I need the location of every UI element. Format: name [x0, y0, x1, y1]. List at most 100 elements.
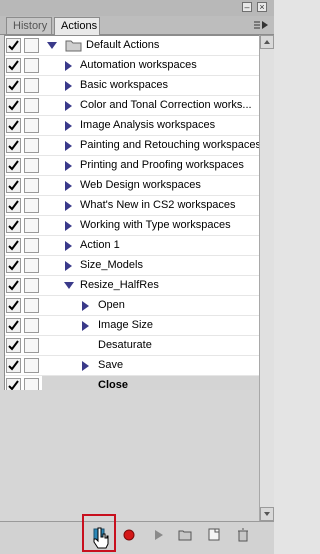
row-label: Painting and Retouching workspaces	[80, 139, 260, 151]
dialog-toggle[interactable]	[24, 358, 39, 373]
action-row[interactable]: Basic workspaces	[5, 76, 260, 96]
expand-right-icon[interactable]	[64, 121, 73, 134]
dialog-toggle[interactable]	[24, 118, 39, 133]
dialog-toggle[interactable]	[24, 258, 39, 273]
action-row[interactable]: Save	[5, 356, 260, 376]
new-action-button[interactable]	[206, 528, 222, 542]
action-row[interactable]: Printing and Proofing workspaces	[5, 156, 260, 176]
minimize-icon[interactable]: –	[242, 2, 252, 12]
hand-cursor-icon	[93, 527, 109, 552]
checkmark-toggle[interactable]	[6, 178, 21, 193]
expand-right-icon[interactable]	[64, 201, 73, 214]
action-row[interactable]: Resize_HalfRes	[5, 276, 260, 296]
dialog-toggle[interactable]	[24, 158, 39, 173]
action-row[interactable]: Working with Type workspaces	[5, 216, 260, 236]
action-row[interactable]: Web Design workspaces	[5, 176, 260, 196]
checkmark-toggle[interactable]	[6, 318, 21, 333]
row-label: Image Analysis workspaces	[80, 119, 216, 131]
action-row[interactable]: Size_Models	[5, 256, 260, 276]
checkmark-toggle[interactable]	[6, 358, 21, 373]
row-label: Working with Type workspaces	[80, 219, 231, 231]
play-button[interactable]	[150, 528, 166, 542]
expand-right-icon[interactable]	[64, 221, 73, 234]
action-row[interactable]: Painting and Retouching workspaces	[5, 136, 260, 156]
dialog-toggle[interactable]	[24, 178, 39, 193]
actions-panel: – × History Actions Default Actions Autom…	[0, 0, 274, 554]
expand-right-icon[interactable]	[64, 141, 73, 154]
dialog-toggle[interactable]	[24, 318, 39, 333]
action-row[interactable]: Color and Tonal Correction works...	[5, 96, 260, 116]
dialog-toggle[interactable]	[24, 218, 39, 233]
dialog-toggle[interactable]	[24, 58, 39, 73]
close-icon[interactable]: ×	[257, 2, 267, 12]
row-label: Color and Tonal Correction works...	[80, 99, 252, 111]
panel-titlebar: – ×	[0, 0, 274, 16]
dialog-toggle[interactable]	[24, 198, 39, 213]
checkmark-toggle[interactable]	[6, 218, 21, 233]
checkmark-toggle[interactable]	[6, 38, 21, 53]
expand-down-icon[interactable]	[47, 41, 57, 53]
scroll-down-icon[interactable]	[260, 507, 274, 521]
checkmark-toggle[interactable]	[6, 138, 21, 153]
dialog-toggle[interactable]	[24, 278, 39, 293]
row-label: Web Design workspaces	[80, 179, 201, 191]
expand-right-icon[interactable]	[81, 361, 90, 374]
expand-right-icon[interactable]	[64, 241, 73, 254]
record-button[interactable]	[121, 528, 137, 542]
expand-right-icon[interactable]	[64, 101, 73, 114]
expand-down-icon[interactable]	[64, 281, 74, 293]
checkmark-toggle[interactable]	[6, 238, 21, 253]
expand-right-icon[interactable]	[64, 81, 73, 94]
checkmark-toggle[interactable]	[6, 278, 21, 293]
expand-right-icon[interactable]	[64, 261, 73, 274]
checkmark-toggle[interactable]	[6, 58, 21, 73]
checkmark-toggle[interactable]	[6, 118, 21, 133]
scroll-up-icon[interactable]	[260, 35, 274, 49]
delete-button[interactable]	[235, 528, 251, 542]
checkmark-toggle[interactable]	[6, 98, 21, 113]
row-label: What's New in CS2 workspaces	[80, 199, 236, 211]
expand-right-icon[interactable]	[64, 181, 73, 194]
action-row[interactable]: Open	[5, 296, 260, 316]
panel-menu-icon[interactable]	[253, 20, 269, 31]
row-label: Save	[98, 359, 124, 371]
action-row[interactable]: Desaturate	[5, 336, 260, 356]
expand-right-icon[interactable]	[81, 301, 90, 314]
checkmark-toggle[interactable]	[6, 298, 21, 313]
checkmark-toggle[interactable]	[6, 198, 21, 213]
action-row[interactable]: Image Size	[5, 316, 260, 336]
checkmark-toggle[interactable]	[6, 338, 21, 353]
checkmark-toggle[interactable]	[6, 258, 21, 273]
list-empty-area	[4, 390, 259, 521]
folder-icon	[65, 39, 82, 55]
dialog-toggle[interactable]	[24, 298, 39, 313]
tab-actions[interactable]: Actions	[54, 17, 100, 35]
row-label: Size_Models	[80, 259, 143, 271]
dialog-toggle[interactable]	[24, 98, 39, 113]
dialog-toggle[interactable]	[24, 138, 39, 153]
action-row[interactable]: What's New in CS2 workspaces	[5, 196, 260, 216]
action-row[interactable]: Default Actions	[5, 36, 260, 56]
row-label: Basic workspaces	[80, 79, 169, 91]
action-row[interactable]: Image Analysis workspaces	[5, 116, 260, 136]
row-label: Default Actions	[86, 39, 160, 51]
row-label: Action 1	[80, 239, 120, 251]
tab-history[interactable]: History	[6, 17, 52, 34]
action-row[interactable]: Action 1	[5, 236, 260, 256]
dialog-toggle[interactable]	[24, 38, 39, 53]
expand-right-icon[interactable]	[64, 61, 73, 74]
scrollbar[interactable]	[259, 35, 274, 521]
expand-right-icon[interactable]	[64, 161, 73, 174]
row-label: Printing and Proofing workspaces	[80, 159, 244, 171]
tab-bar: History Actions	[0, 16, 274, 35]
dialog-toggle[interactable]	[24, 78, 39, 93]
checkmark-toggle[interactable]	[6, 158, 21, 173]
row-label: Open	[98, 299, 125, 311]
dialog-toggle[interactable]	[24, 238, 39, 253]
new-set-button[interactable]	[177, 528, 193, 542]
checkmark-toggle[interactable]	[6, 78, 21, 93]
dialog-toggle[interactable]	[24, 338, 39, 353]
action-row[interactable]: Automation workspaces	[5, 56, 260, 76]
expand-right-icon[interactable]	[81, 321, 90, 334]
row-label: Automation workspaces	[80, 59, 197, 71]
